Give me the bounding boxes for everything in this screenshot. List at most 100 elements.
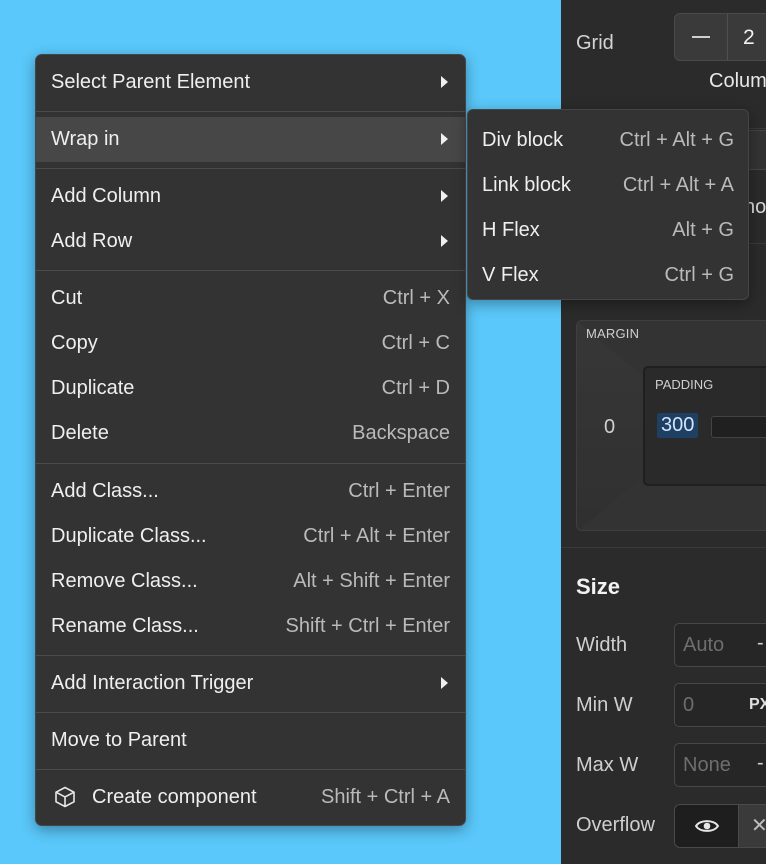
- width-input[interactable]: Auto -: [674, 623, 766, 667]
- menu-item-label: Duplicate Class...: [51, 525, 207, 547]
- menu-item-wrap-in[interactable]: Wrap in: [36, 117, 465, 162]
- content-box: [711, 416, 766, 438]
- submenu-item-h-flex[interactable]: H Flex Alt + G: [468, 204, 748, 249]
- menu-item-label: Wrap in: [51, 128, 120, 150]
- submenu-item-link-block[interactable]: Link block Ctrl + Alt + A: [468, 159, 748, 204]
- overflow-visible-button[interactable]: [675, 805, 739, 847]
- menu-item-shortcut: Ctrl + X: [382, 287, 450, 309]
- menu-item-shortcut: Backspace: [352, 422, 450, 444]
- menu-item-select-parent-element[interactable]: Select Parent Element: [36, 60, 465, 105]
- menu-item-cut[interactable]: Cut Ctrl + X: [36, 276, 465, 321]
- chevron-right-icon: [441, 76, 448, 88]
- width-unit[interactable]: -: [757, 632, 764, 655]
- chevron-right-icon: [441, 235, 448, 247]
- min-width-placeholder: 0: [683, 694, 695, 716]
- overflow-toggle-group: ✕: [674, 804, 766, 848]
- submenu-item-label: Div block: [482, 129, 564, 151]
- submenu-item-shortcut: Alt + G: [672, 219, 734, 241]
- menu-divider: [36, 463, 465, 464]
- menu-item-shortcut: Ctrl + Enter: [348, 480, 450, 502]
- width-label: Width: [576, 634, 628, 656]
- submenu-item-shortcut: Ctrl + G: [664, 264, 734, 286]
- stepper-divider: [727, 14, 728, 60]
- menu-item-add-interaction-trigger[interactable]: Add Interaction Trigger: [36, 661, 465, 706]
- submenu-item-label: V Flex: [482, 264, 539, 286]
- grid-stepper[interactable]: 2: [674, 13, 766, 61]
- menu-item-label: Add Interaction Trigger: [51, 672, 254, 694]
- menu-item-label: Add Row: [51, 230, 133, 252]
- menu-item-add-class[interactable]: Add Class... Ctrl + Enter: [36, 469, 465, 514]
- menu-item-duplicate[interactable]: Duplicate Ctrl + D: [36, 366, 465, 411]
- max-width-unit[interactable]: -: [757, 752, 764, 775]
- menu-item-shortcut: Shift + Ctrl + A: [321, 786, 450, 808]
- menu-item-rename-class[interactable]: Rename Class... Shift + Ctrl + Enter: [36, 604, 465, 649]
- menu-item-shortcut: Ctrl + C: [381, 332, 450, 354]
- menu-item-label: Add Class...: [51, 480, 159, 502]
- menu-divider: [36, 655, 465, 656]
- menu-item-create-component[interactable]: Create component Shift + Ctrl + A: [36, 775, 465, 820]
- width-placeholder: Auto: [683, 634, 725, 656]
- min-width-label: Min W: [576, 694, 633, 716]
- menu-item-add-row[interactable]: Add Row: [36, 219, 465, 264]
- wrap-in-submenu: Div block Ctrl + Alt + G Link block Ctrl…: [467, 109, 749, 300]
- eye-icon: [694, 820, 719, 832]
- max-width-label: Max W: [576, 754, 639, 776]
- menu-divider: [36, 712, 465, 713]
- overflow-hidden-icon[interactable]: ✕: [751, 813, 766, 838]
- menu-item-shortcut: Ctrl + D: [381, 377, 450, 399]
- minus-icon: [692, 36, 710, 38]
- submenu-item-label: H Flex: [482, 219, 540, 241]
- grid-columns-caption: Colum: [709, 70, 766, 92]
- menu-item-shortcut: Ctrl + Alt + Enter: [303, 525, 450, 547]
- max-width-placeholder: None: [683, 754, 731, 776]
- menu-item-label: Cut: [51, 287, 83, 309]
- menu-item-label: Remove Class...: [51, 570, 198, 592]
- context-menu: Select Parent Element Wrap in Add Column…: [35, 54, 466, 826]
- chevron-right-icon: [441, 190, 448, 202]
- padding-left-value[interactable]: 300: [657, 413, 699, 438]
- min-width-input[interactable]: 0 PX: [674, 683, 766, 727]
- menu-item-shortcut: Alt + Shift + Enter: [293, 570, 450, 592]
- submenu-item-div-block[interactable]: Div block Ctrl + Alt + G: [468, 114, 748, 159]
- menu-item-label: Delete: [51, 422, 109, 444]
- submenu-item-shortcut: Ctrl + Alt + A: [622, 174, 734, 196]
- submenu-item-shortcut: Ctrl + Alt + G: [619, 129, 734, 151]
- margin-label: MARGIN: [586, 326, 640, 341]
- divider: [561, 547, 766, 548]
- cube-icon: [55, 786, 75, 808]
- spacing-box-model: MARGIN 0 PADDING 300: [576, 320, 766, 531]
- menu-item-move-to-parent[interactable]: Move to Parent: [36, 718, 465, 763]
- menu-divider: [36, 111, 465, 112]
- padding-label: PADDING: [655, 377, 714, 392]
- menu-divider: [36, 769, 465, 770]
- min-width-unit[interactable]: PX: [749, 696, 766, 714]
- padding-box: PADDING 300: [643, 366, 766, 486]
- menu-item-add-column[interactable]: Add Column: [36, 174, 465, 219]
- max-width-input[interactable]: None -: [674, 743, 766, 787]
- hidden-control[interactable]: [746, 130, 766, 170]
- menu-item-label: Duplicate: [51, 377, 135, 399]
- menu-item-label: Add Column: [51, 185, 162, 207]
- chevron-right-icon: [441, 133, 448, 145]
- menu-item-shortcut: Shift + Ctrl + Enter: [285, 615, 450, 637]
- menu-item-delete[interactable]: Delete Backspace: [36, 411, 465, 456]
- menu-item-label: Create component: [92, 786, 257, 808]
- submenu-item-label: Link block: [482, 174, 571, 196]
- margin-left-value[interactable]: 0: [604, 416, 615, 439]
- menu-divider: [36, 270, 465, 271]
- menu-item-label: Copy: [51, 332, 98, 354]
- menu-item-copy[interactable]: Copy Ctrl + C: [36, 321, 465, 366]
- decrement-button[interactable]: [675, 14, 727, 60]
- menu-item-label: Move to Parent: [51, 729, 187, 751]
- menu-divider: [36, 168, 465, 169]
- size-section-title: Size: [576, 574, 621, 599]
- menu-item-label: Select Parent Element: [51, 71, 250, 93]
- grid-value[interactable]: 2: [743, 26, 755, 50]
- chevron-right-icon: [441, 677, 448, 689]
- grid-label: Grid: [576, 32, 614, 54]
- menu-item-duplicate-class[interactable]: Duplicate Class... Ctrl + Alt + Enter: [36, 514, 465, 559]
- menu-item-label: Rename Class...: [51, 615, 199, 637]
- submenu-item-v-flex[interactable]: V Flex Ctrl + G: [468, 249, 748, 294]
- menu-item-remove-class[interactable]: Remove Class... Alt + Shift + Enter: [36, 559, 465, 604]
- overflow-label: Overflow: [576, 814, 655, 836]
